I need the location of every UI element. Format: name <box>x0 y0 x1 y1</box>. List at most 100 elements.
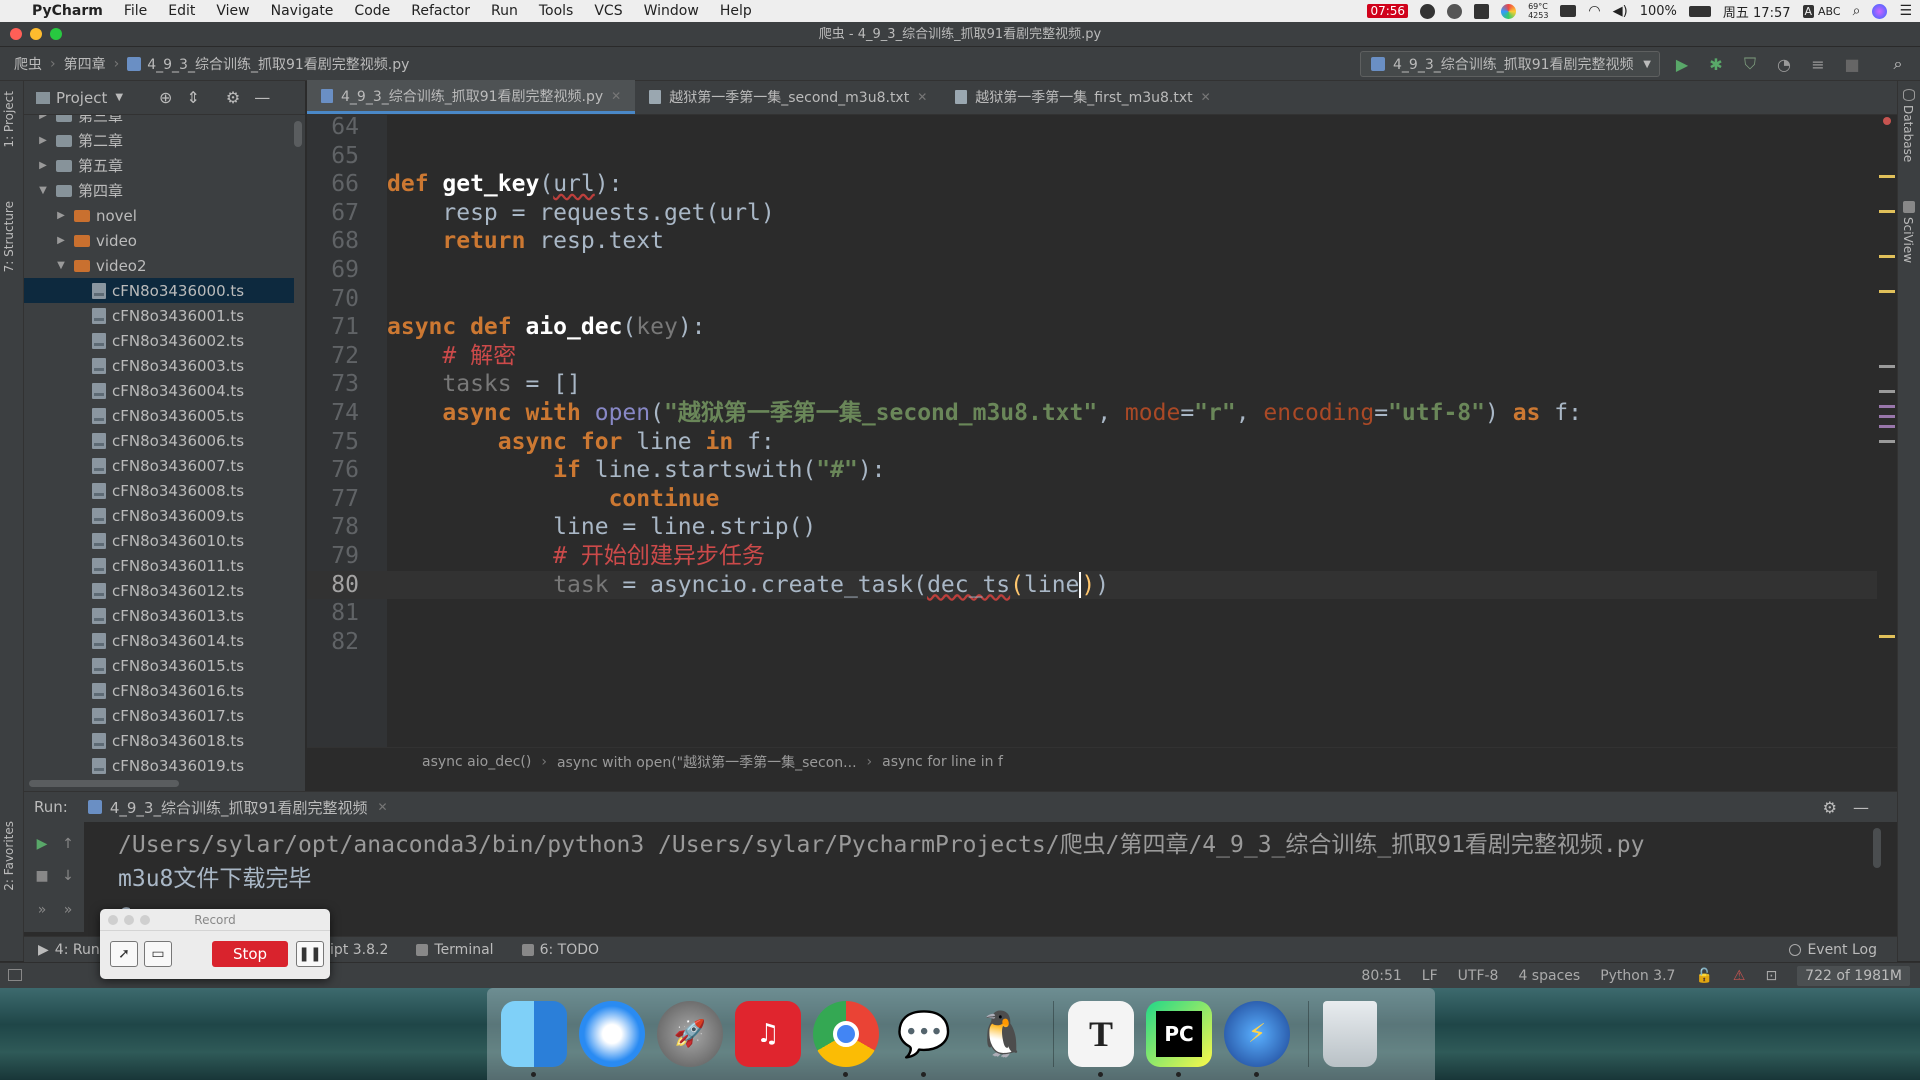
wifi-icon[interactable]: ◠ <box>1588 3 1600 19</box>
record-minimize-button[interactable] <box>124 915 134 925</box>
code-line[interactable]: async for line in f: <box>387 428 1877 457</box>
code-line[interactable]: async with open("越狱第一季第一集_second_m3u8.tx… <box>387 399 1877 428</box>
thunder-icon[interactable]: ⚡ <box>1224 1001 1290 1077</box>
line-number[interactable]: 73 <box>307 370 359 399</box>
typora-icon[interactable]: T <box>1068 1001 1134 1077</box>
rerun-icon[interactable]: ▶ <box>32 834 52 854</box>
code-line[interactable]: task = asyncio.create_task(dec_ts(line)) <box>387 570 1877 600</box>
lock-icon[interactable]: 🔓 <box>1695 968 1712 984</box>
tree-file-item[interactable]: cFN8o3436001.ts <box>24 303 294 328</box>
search-everywhere-icon[interactable]: ⌕ <box>1886 52 1910 76</box>
chevron-down-icon[interactable]: ▼ <box>36 185 50 196</box>
sensor-readout[interactable]: 69°C 4253 <box>1528 2 1548 20</box>
gear-icon[interactable]: ⚙ <box>1823 798 1837 817</box>
minimize-window-button[interactable] <box>30 28 42 40</box>
run-button[interactable]: ▶ <box>1670 52 1694 76</box>
tree-vertical-scrollbar[interactable] <box>294 121 302 147</box>
line-number[interactable]: 80 <box>307 571 359 600</box>
chevron-right-icon[interactable]: ▶ <box>36 135 50 146</box>
breadcrumb-for-block[interactable]: async for line in f <box>882 754 1003 770</box>
line-number[interactable]: 65 <box>307 142 359 171</box>
file-encoding[interactable]: UTF-8 <box>1458 968 1499 984</box>
close-tab-icon[interactable]: ✕ <box>1201 90 1211 104</box>
sciview-icon[interactable] <box>1903 201 1915 213</box>
tree-file-item[interactable]: cFN8o3436008.ts <box>24 478 294 503</box>
tree-file-item[interactable]: cFN8o3436013.ts <box>24 603 294 628</box>
nav-crumb-file[interactable]: 4_9_3_综合训练_抓取91看剧完整视频.py <box>147 54 409 74</box>
project-view-select[interactable]: Project <box>56 89 107 107</box>
notification-center-icon[interactable]: ☰ <box>1899 3 1912 19</box>
code-line[interactable] <box>387 599 1877 628</box>
code-line[interactable]: continue <box>387 485 1877 514</box>
battery-icon[interactable] <box>1688 5 1711 17</box>
record-close-button[interactable] <box>108 915 118 925</box>
nav-crumb-project[interactable]: 爬虫 <box>14 54 42 74</box>
code-line[interactable] <box>387 142 1877 171</box>
tree-file-item[interactable]: cFN8o3436014.ts <box>24 628 294 653</box>
spotlight-icon[interactable]: ⌕ <box>1853 3 1861 19</box>
code-line[interactable] <box>387 256 1877 285</box>
menu-code[interactable]: Code <box>354 3 390 19</box>
usage-marker[interactable] <box>1879 405 1895 408</box>
tree-file-item[interactable]: cFN8o3436000.ts <box>24 278 294 303</box>
close-tab-icon[interactable]: ✕ <box>611 89 621 103</box>
run-configuration-select[interactable]: 4_9_3_综合训练_抓取91看剧完整视频 ▼ <box>1360 51 1660 77</box>
tool-windows-toggle-icon[interactable] <box>8 969 22 981</box>
menu-window[interactable]: Window <box>644 3 699 19</box>
volume-icon[interactable]: ◀) <box>1613 4 1628 19</box>
close-window-button[interactable] <box>10 28 22 40</box>
tree-file-item[interactable]: cFN8o3436018.ts <box>24 728 294 753</box>
tree-file-item[interactable]: cFN8o3436016.ts <box>24 678 294 703</box>
tree-file-item[interactable]: cFN8o3436003.ts <box>24 353 294 378</box>
tree-file-item[interactable]: cFN8o3436002.ts <box>24 328 294 353</box>
trash-icon[interactable] <box>1323 1001 1377 1067</box>
usage-marker[interactable] <box>1879 390 1895 393</box>
event-log-tab[interactable]: Event Log <box>1789 942 1877 958</box>
recording-indicator[interactable]: 07:56 <box>1367 4 1409 18</box>
tree-file-item[interactable]: cFN8o3436005.ts <box>24 403 294 428</box>
istat-icon[interactable] <box>1474 3 1490 19</box>
chevron-down-icon[interactable]: ▼ <box>54 260 68 271</box>
line-number[interactable]: 71 <box>307 313 359 342</box>
line-number[interactable]: 82 <box>307 628 359 657</box>
clock[interactable]: 周五 17:57 <box>1723 2 1791 21</box>
record-zoom-button[interactable] <box>140 915 150 925</box>
code-line[interactable] <box>387 115 1877 142</box>
tree-file-item[interactable]: cFN8o3436012.ts <box>24 578 294 603</box>
event-icon[interactable]: ⊡ <box>1765 968 1777 984</box>
close-tab-icon[interactable]: ✕ <box>378 800 388 814</box>
tree-folder-item[interactable]: ▶ novel <box>24 203 294 228</box>
chevron-right-icon[interactable]: ▶ <box>36 160 50 171</box>
tree-folder-item[interactable]: ▶ video <box>24 228 294 253</box>
menu-help[interactable]: Help <box>720 3 752 19</box>
structure-tool-tab[interactable]: 7: Structure <box>2 201 16 272</box>
memory-indicator[interactable]: 722 of 1981M <box>1797 966 1910 986</box>
tree-file-item[interactable]: cFN8o3436006.ts <box>24 428 294 453</box>
console-scrollbar[interactable] <box>1873 828 1881 868</box>
line-number[interactable]: 69 <box>307 256 359 285</box>
stop-recording-button[interactable]: Stop <box>212 941 288 967</box>
code-area[interactable]: def get_key(url): resp = requests.get(ur… <box>387 115 1897 747</box>
code-line[interactable]: # 开始创建异步任务 <box>387 542 1877 571</box>
breadcrumb-function[interactable]: async aio_dec() <box>422 754 531 770</box>
tree-folder-item[interactable]: ▼ video2 <box>24 253 294 278</box>
gear-icon[interactable]: ⚙ <box>226 88 240 107</box>
run-with-coverage-button[interactable]: ⛉ <box>1738 52 1762 76</box>
capture-area-icon[interactable]: ▭ <box>144 941 172 967</box>
menu-refactor[interactable]: Refactor <box>411 3 470 19</box>
menu-tools[interactable]: Tools <box>539 3 574 19</box>
tree-file-item[interactable]: cFN8o3436007.ts <box>24 453 294 478</box>
debug-button[interactable]: ✱ <box>1704 52 1728 76</box>
tree-file-item[interactable]: cFN8o3436015.ts <box>24 653 294 678</box>
warning-marker[interactable] <box>1879 290 1895 293</box>
database-icon[interactable] <box>1903 89 1915 101</box>
code-line[interactable] <box>387 285 1877 314</box>
indent-setting[interactable]: 4 spaces <box>1518 968 1580 984</box>
warning-marker[interactable] <box>1879 175 1895 178</box>
line-number[interactable]: 77 <box>307 485 359 514</box>
menu-vcs[interactable]: VCS <box>594 3 622 19</box>
qq-icon[interactable]: 🐧 <box>969 1001 1035 1067</box>
zoom-window-button[interactable] <box>50 28 62 40</box>
menu-app-pycharm[interactable]: PyCharm <box>32 3 103 19</box>
chrome-icon[interactable] <box>813 1001 879 1077</box>
